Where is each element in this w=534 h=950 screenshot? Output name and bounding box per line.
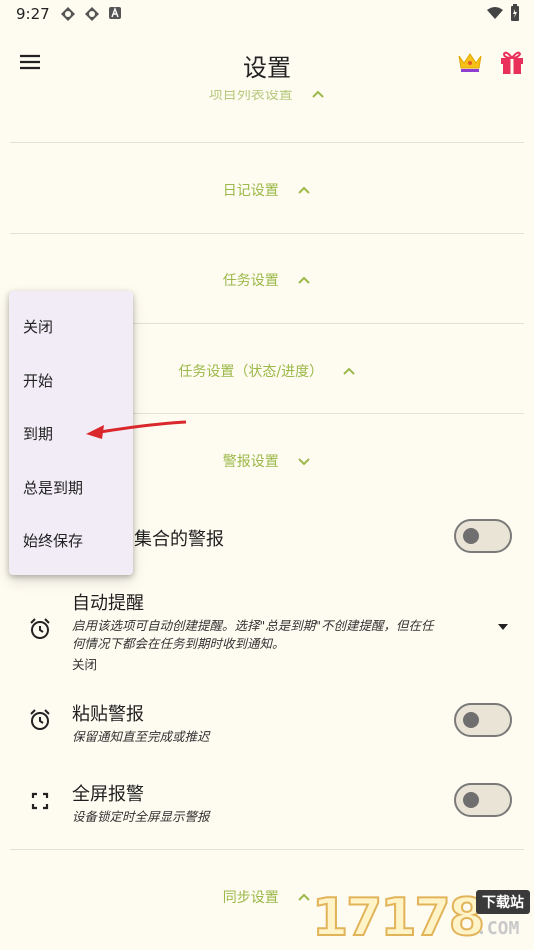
- chevron-up-icon: [297, 273, 311, 289]
- toggle-knob: [463, 792, 479, 808]
- collection-alarm-toggle[interactable]: [454, 519, 512, 553]
- notification-icons: [60, 6, 122, 22]
- chevron-up-icon: [297, 183, 311, 199]
- section-task[interactable]: 任务设置: [10, 270, 524, 290]
- fullscreen-alarm-toggle[interactable]: [454, 783, 512, 817]
- crown-icon: [458, 53, 482, 72]
- section-label: 警报设置: [222, 454, 279, 470]
- fullscreen-alarm-description: 设备锁定时全屏显示警报: [72, 809, 210, 824]
- status-time: 9:27: [16, 5, 50, 23]
- divider: [10, 849, 524, 850]
- annotation-arrow: [86, 420, 187, 439]
- section-label: 日记设置: [222, 183, 279, 199]
- menu-item-always-due[interactable]: 总是到期: [9, 462, 133, 515]
- auto-remind-value: 关闭: [72, 657, 98, 672]
- fullscreen-alarm-title: 全屏报警: [72, 784, 144, 805]
- gift-icon: [501, 51, 523, 74]
- chevron-up-icon: [311, 90, 325, 103]
- sticky-alarm-title: 粘贴警报: [72, 704, 144, 725]
- chevron-up-icon: [342, 364, 356, 380]
- watermark-logo: 17178 下载站 .COM: [308, 882, 534, 950]
- section-label: 任务设置（状态/进度）: [178, 364, 324, 380]
- section-label: 任务设置: [222, 273, 279, 289]
- section-label: 项目列表设置: [208, 90, 293, 103]
- auto-remind-description-2: 何情况下都会在任务到期时收到通知。: [72, 636, 285, 651]
- menu-item-start[interactable]: 开始: [9, 355, 133, 408]
- page-title: 设置: [243, 54, 291, 82]
- watermark-domain: .COM: [476, 918, 520, 939]
- app-notification-icon: [61, 7, 75, 21]
- menu-item-off[interactable]: 关闭: [9, 301, 133, 354]
- section-label: 同步设置: [222, 890, 279, 906]
- premium-button[interactable]: [456, 50, 484, 74]
- app-bar: 设置: [0, 36, 534, 92]
- battery-icon: [511, 4, 519, 21]
- sticky-alarm-toggle[interactable]: [454, 703, 512, 737]
- font-notification-icon: [109, 7, 121, 19]
- wifi-icon: [487, 7, 503, 19]
- watermark-tag: 下载站: [476, 890, 530, 914]
- watermark-digits: 17178: [311, 887, 486, 949]
- divider: [10, 233, 524, 234]
- dropdown-arrow-icon[interactable]: [496, 622, 510, 632]
- status-bar: 9:27: [0, 0, 534, 28]
- app-notification-icon: [85, 7, 99, 21]
- menu-item-always-keep[interactable]: 始终保存: [9, 515, 133, 568]
- sticky-alarm-description: 保留通知直至完成或推迟: [72, 729, 210, 744]
- alarm-clock-icon: [30, 709, 50, 730]
- system-status-icons: [486, 4, 520, 22]
- chevron-down-icon: [297, 454, 311, 470]
- auto-remind-description: 启用该选项可自动创建提醒。选择"总是到期"不创建提醒，但在任: [72, 618, 434, 633]
- divider: [10, 142, 524, 143]
- toggle-knob: [463, 528, 479, 544]
- gift-button[interactable]: [498, 48, 526, 76]
- toggle-knob: [463, 712, 479, 728]
- auto-remind-title: 自动提醒: [72, 593, 144, 614]
- alarm-clock-icon: [30, 618, 50, 639]
- section-diary[interactable]: 日记设置: [10, 180, 524, 200]
- fullscreen-icon: [31, 792, 49, 810]
- section-project-list[interactable]: 项目列表设置: [10, 90, 524, 106]
